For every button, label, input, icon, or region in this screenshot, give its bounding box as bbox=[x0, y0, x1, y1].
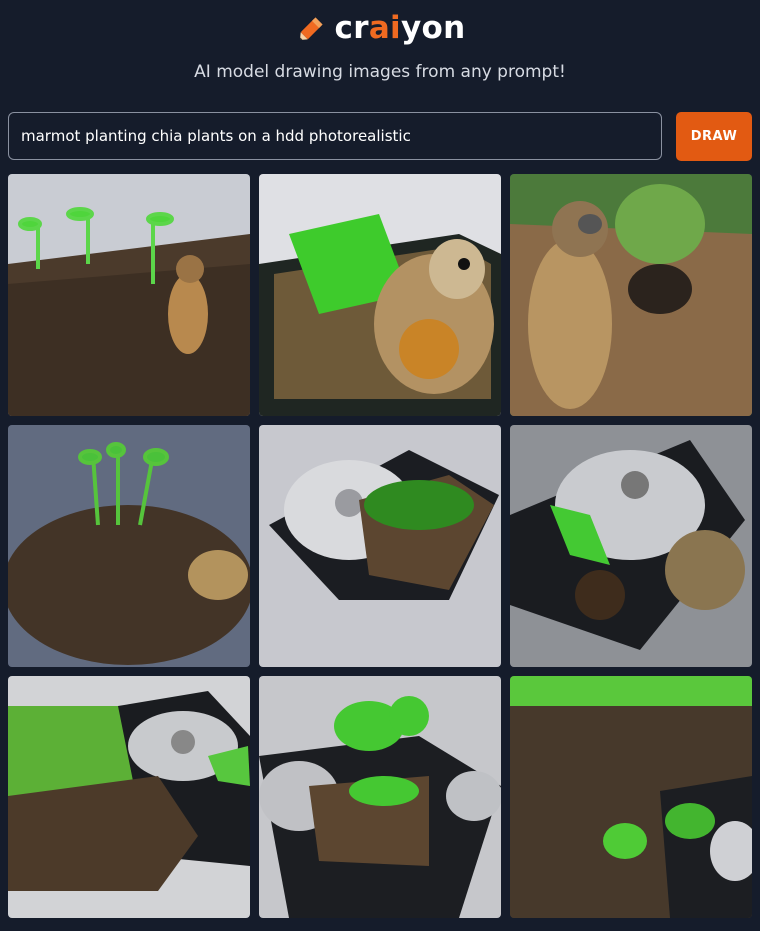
generated-image bbox=[259, 676, 501, 918]
pencil-icon bbox=[299, 17, 323, 41]
results-grid bbox=[8, 174, 752, 918]
prompt-input[interactable] bbox=[8, 112, 662, 160]
draw-button[interactable]: DRAW bbox=[676, 112, 752, 161]
result-image[interactable] bbox=[259, 425, 501, 667]
generated-image bbox=[8, 174, 250, 416]
tagline: AI model drawing images from any prompt! bbox=[194, 62, 566, 82]
result-image[interactable] bbox=[8, 174, 250, 416]
generated-image bbox=[510, 676, 752, 918]
generated-image bbox=[259, 174, 501, 416]
result-image[interactable] bbox=[8, 425, 250, 667]
logo[interactable]: craiyon bbox=[0, 10, 760, 46]
result-image[interactable] bbox=[510, 676, 752, 918]
result-image[interactable] bbox=[8, 676, 250, 918]
generated-image bbox=[8, 425, 250, 667]
result-image[interactable] bbox=[510, 174, 752, 416]
result-image[interactable] bbox=[259, 676, 501, 918]
logo-text: craiyon bbox=[334, 10, 466, 46]
generated-image bbox=[259, 425, 501, 667]
result-image[interactable] bbox=[259, 174, 501, 416]
header: craiyon AI model drawing images from any… bbox=[0, 0, 760, 110]
generated-image bbox=[510, 174, 752, 416]
result-image[interactable] bbox=[510, 425, 752, 667]
generated-image bbox=[510, 425, 752, 667]
generated-image bbox=[8, 676, 250, 918]
